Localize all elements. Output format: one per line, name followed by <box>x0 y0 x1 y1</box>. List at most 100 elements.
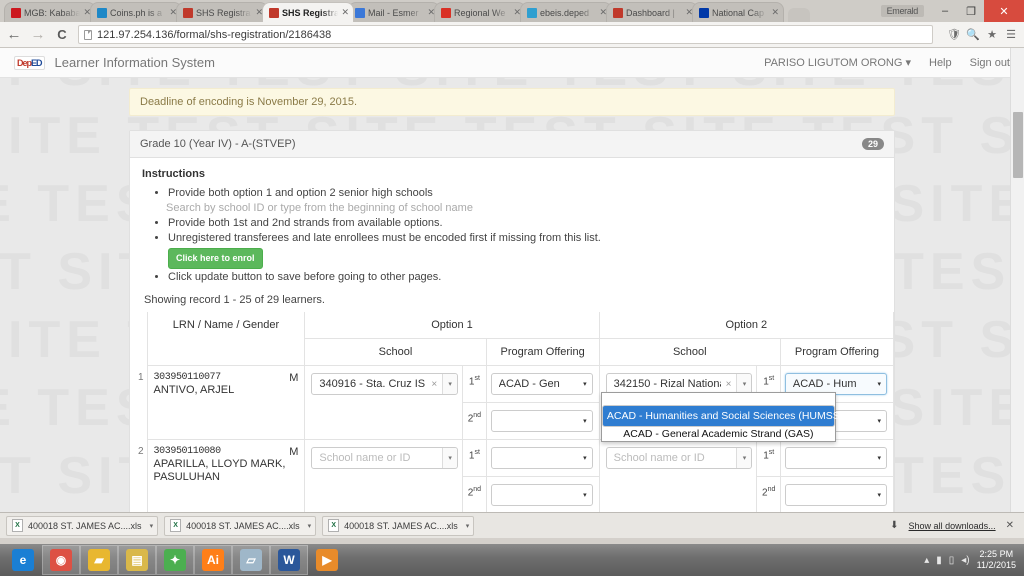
taskbar-button[interactable]: ▰ <box>80 545 118 575</box>
app-header: DepED Learner Information System PARISO … <box>0 48 1024 78</box>
page-scrollbar[interactable] <box>1010 48 1024 512</box>
row-number: 1 <box>137 371 144 383</box>
chevron-down-icon: ▾ <box>583 492 587 499</box>
chevron-down-icon[interactable]: ▾ <box>463 522 470 530</box>
program-select-opt1-first[interactable]: ACAD - Gen ▾ <box>490 373 593 395</box>
program-select-opt2-second[interactable]: ▾ <box>784 484 887 506</box>
chevron-down-icon[interactable]: ▾ <box>736 448 752 468</box>
chevron-down-icon[interactable]: ▾ <box>442 448 458 468</box>
browser-tab[interactable]: SHS Registra ✕ <box>176 2 268 22</box>
instruction-subtext: Search by school ID or type from the beg… <box>166 202 473 214</box>
school-select-opt1[interactable]: 340916 - Sta. Cruz IS × ▾ <box>311 373 459 395</box>
chevron-down-icon[interactable]: ▾ <box>736 374 752 394</box>
taskbar-button[interactable]: ▱ <box>232 545 270 575</box>
rank-label-second: 2nd <box>756 476 781 512</box>
program-dropdown-list[interactable]: ACAD - Humanities and Social Sciences (H… <box>600 392 843 442</box>
table-row: 2 303950110080 M APARILLA, LLOYD MARK, PASU… <box>130 439 895 512</box>
panel-title: Grade 10 (Year IV) - A-(STVEP) <box>140 138 296 150</box>
url-text: 121.97.254.136/formal/shs-registration/2… <box>97 28 332 41</box>
taskbar-button[interactable]: W <box>270 545 308 575</box>
program-cell: ▾ <box>485 439 600 477</box>
browser-tab[interactable]: ebeis.deped ✕ <box>520 2 612 22</box>
chrome-window: MGB: Kababa ✕ Coins.ph is a ✕ SHS Registra ✕ S… <box>0 0 1024 544</box>
tab-label: SHS Registra <box>282 7 339 18</box>
reload-icon[interactable]: C <box>54 28 70 41</box>
tray-volume-icon[interactable]: ◂) <box>961 555 969 566</box>
program-select-opt1-second[interactable]: ▾ <box>490 484 593 506</box>
taskbar-button[interactable]: e <box>4 545 42 575</box>
scrollbar-thumb[interactable] <box>1013 112 1023 178</box>
instruction-item: Unregistered transferees and late enroll… <box>168 231 882 270</box>
new-tab-button[interactable] <box>788 8 810 22</box>
close-window-button[interactable]: ✕ <box>984 0 1024 22</box>
tray-expand-icon[interactable]: ▴ <box>924 555 929 566</box>
hamburger-menu-icon[interactable]: ☰ <box>1004 28 1018 42</box>
tab-label: Regional We <box>454 7 506 18</box>
tab-close-icon[interactable]: ✕ <box>771 8 779 17</box>
tab-strip: MGB: Kababa ✕ Coins.ph is a ✕ SHS Registra ✕ S… <box>0 0 1024 22</box>
program-select-opt1-first[interactable]: ▾ <box>490 447 593 469</box>
browser-tab[interactable]: MGB: Kababa ✕ <box>4 2 96 22</box>
tab-close-icon[interactable]: ✕ <box>341 8 349 17</box>
download-bar: X 400018 ST. JAMES AC....xls ▾ X 400018 ST. … <box>0 512 1024 538</box>
close-download-bar-icon[interactable]: ✕ <box>1006 520 1014 531</box>
taskbar-button[interactable]: Ai <box>194 545 232 575</box>
minimize-button[interactable]: – <box>932 0 958 22</box>
clock-date: 11/2/2015 <box>976 560 1016 570</box>
chevron-down-icon: ▾ <box>583 455 587 462</box>
microsoft-word-icon: W <box>278 549 300 571</box>
instruction-item: Provide both 1st and 2nd strands from av… <box>168 216 882 231</box>
download-item[interactable]: X 400018 ST. JAMES AC....xls ▾ <box>322 515 475 536</box>
user-menu[interactable]: PARISO LIGUTOM ORONG ▾ <box>764 56 911 69</box>
taskbar-button[interactable]: ▶ <box>308 545 346 575</box>
clear-icon[interactable]: × <box>721 379 737 390</box>
browser-tab[interactable]: Dashboard | ✕ <box>606 2 698 22</box>
forward-icon[interactable]: → <box>30 27 46 42</box>
browser-tab[interactable]: SHS Registra ✕ <box>262 2 354 22</box>
download-item[interactable]: X 400018 ST. JAMES AC....xls ▾ <box>164 515 317 536</box>
dropdown-option[interactable]: ACAD - Humanities and Social Sciences (H… <box>601 405 843 427</box>
dropdown-option[interactable]: ACAD - General Academic Strand (GAS) <box>602 427 835 441</box>
shield-icon[interactable]: 🛡 <box>947 28 961 42</box>
deadline-alert: Deadline of encoding is November 29, 201… <box>129 88 895 116</box>
download-file-name: 400018 ST. JAMES AC....xls <box>344 520 458 531</box>
help-link[interactable]: Help <box>929 57 952 69</box>
instruction-text: Provide both 1st and 2nd strands from av… <box>168 217 443 229</box>
show-all-downloads-link[interactable]: Show all downloads... <box>909 521 996 531</box>
sign-out-link[interactable]: Sign out <box>970 57 1010 69</box>
tray-signal-icon[interactable]: ▯ <box>949 555 955 566</box>
school-placeholder: School name or ID <box>319 452 411 464</box>
program-select-opt2-first[interactable]: ▾ <box>784 447 887 469</box>
internet-explorer-icon: e <box>12 549 34 571</box>
browser-tab[interactable]: Mail - Esmer ✕ <box>348 2 440 22</box>
page-info-icon[interactable] <box>84 29 92 40</box>
taskbar-clock[interactable]: 2:25 PM 11/2/2015 <box>977 549 1016 571</box>
clear-icon[interactable]: × <box>426 379 442 390</box>
chevron-down-icon[interactable]: ▾ <box>147 522 154 530</box>
deped-logo-icon: DepED <box>14 55 45 70</box>
school-select-opt2[interactable]: School name or ID ▾ <box>605 447 753 469</box>
download-item[interactable]: X 400018 ST. JAMES AC....xls ▾ <box>6 515 159 536</box>
taskbar-button[interactable]: ◉ <box>42 545 80 575</box>
learner-info-cell: 303950110080 M APARILLA, LLOYD MARK, PASUL… <box>146 439 306 512</box>
browser-tab[interactable]: National Cap ✕ <box>692 2 784 22</box>
bookmark-star-icon[interactable]: ★ <box>985 28 999 42</box>
browser-tab[interactable]: Regional We ✕ <box>434 2 526 22</box>
learners-table: LRN / Name / Gender Option 1 Option 2 Sc… <box>130 312 895 512</box>
address-bar[interactable]: 121.97.254.136/formal/shs-registration/2… <box>78 25 933 44</box>
enrol-button[interactable]: Click here to enrol <box>168 248 263 269</box>
program-select-opt1-second[interactable]: ▾ <box>490 410 593 432</box>
tray-network-icon[interactable]: ▮ <box>936 555 942 566</box>
taskbar-button[interactable]: ✦ <box>156 545 194 575</box>
chevron-down-icon[interactable]: ▾ <box>442 374 458 394</box>
chevron-down-icon[interactable]: ▾ <box>305 522 312 530</box>
back-icon[interactable]: ← <box>6 27 22 42</box>
browser-tab[interactable]: Coins.ph is a ✕ <box>90 2 182 22</box>
window-user-chip[interactable]: Emerald <box>880 5 924 17</box>
download-file-name: 400018 ST. JAMES AC....xls <box>186 520 300 531</box>
maximize-button[interactable]: ❐ <box>958 0 984 22</box>
search-icon[interactable]: 🔍 <box>966 28 980 42</box>
table-group-header-row: LRN / Name / Gender Option 1 Option 2 <box>130 312 895 366</box>
school-select-opt1[interactable]: School name or ID ▾ <box>311 447 459 469</box>
taskbar-button[interactable]: ▤ <box>118 545 156 575</box>
